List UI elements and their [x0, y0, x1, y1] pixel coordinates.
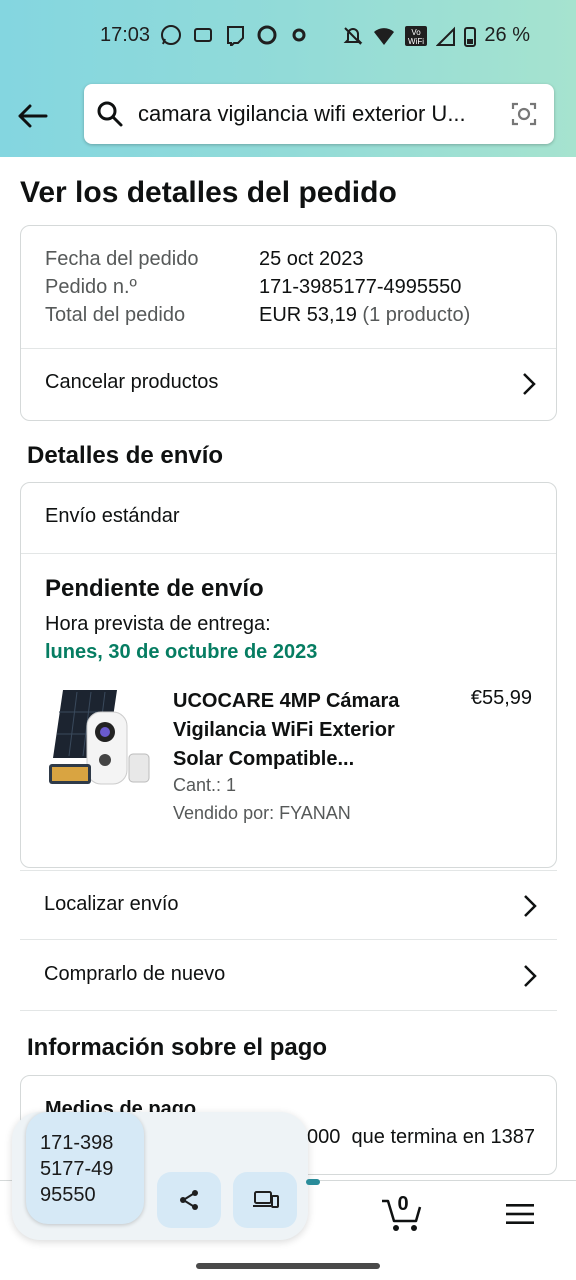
circle-icon [256, 24, 278, 46]
notification-icons [160, 24, 310, 49]
clipboard-line: 171-398 [40, 1132, 114, 1154]
order-summary-card: Fecha del pedido 25 oct 2023 Pedido n.º … [20, 225, 557, 421]
hamburger-icon [506, 1204, 534, 1224]
track-shipment-label: Localizar envío [44, 893, 179, 915]
order-date-value: 25 oct 2023 [259, 248, 364, 270]
clipboard-line: 5177-49 [40, 1158, 114, 1180]
arrow-left-icon [18, 104, 48, 128]
menu-button[interactable] [506, 1203, 534, 1225]
status-time: 17:03 [100, 24, 151, 46]
share-button[interactable] [157, 1172, 221, 1228]
chevron-right-icon [523, 373, 536, 395]
send-to-device-button[interactable] [233, 1172, 297, 1228]
shipping-method: Envío estándar [45, 505, 180, 527]
share-icon [180, 1190, 198, 1210]
payment-section-title: Información sobre el pago [27, 1034, 328, 1061]
product-seller: Vendido por: FYANAN [173, 803, 351, 823]
product-title-line: UCOCARE 4MP Cámara [173, 690, 400, 712]
app-icon [192, 24, 214, 46]
system-icons: Vo WiFi 26 % [342, 24, 530, 47]
search-icon [97, 101, 123, 127]
clipboard-preview[interactable]: 171-398 5177-49 95550 [26, 1112, 144, 1224]
signal-icon [436, 26, 456, 46]
order-date-label: Fecha del pedido [45, 248, 199, 270]
order-number-label: Pedido n.º [45, 276, 137, 298]
progress-indicator [306, 1179, 320, 1185]
product-title[interactable]: UCOCARE 4MP Cámara Vigilancia WiFi Exter… [173, 687, 399, 774]
product-title-line: Solar Compatible... [173, 748, 355, 770]
devices-icon [253, 1191, 279, 1208]
buy-again-row[interactable]: Comprarlo de nuevo [20, 941, 557, 1011]
shipping-section-title: Detalles de envío [27, 442, 224, 469]
vowifi-icon: VoWiFi [405, 25, 428, 46]
cart-count: 0 [397, 1193, 409, 1215]
order-number-value: 171-3985177-4995550 [259, 276, 462, 298]
cart-button[interactable]: 0 [380, 1193, 426, 1233]
shipping-status: Pendiente de envío [45, 575, 264, 602]
svg-text:Vo: Vo [412, 28, 422, 37]
cancel-products-row[interactable]: Cancelar productos [21, 349, 556, 421]
search-input[interactable]: camara vigilancia wifi exterior U... [84, 84, 554, 144]
eta-value: lunes, 30 de octubre de 2023 [45, 641, 318, 663]
order-total: EUR 53,19 (1 producto) [259, 304, 470, 327]
order-total-value: EUR 53,19 [259, 304, 357, 326]
search-query: camara vigilancia wifi exterior U... [138, 101, 466, 126]
svg-text:WiFi: WiFi [408, 37, 424, 46]
order-total-label: Total del pedido [45, 304, 186, 326]
buy-again-label: Comprarlo de nuevo [44, 963, 226, 985]
product-qty: Cant.: 1 [173, 775, 237, 795]
mute-icon [343, 26, 363, 45]
product-price: €55,99 [470, 687, 532, 709]
battery-level: 26 % [484, 24, 530, 46]
gesture-handle[interactable] [196, 1263, 380, 1269]
wifi-icon [374, 27, 395, 45]
chevron-right-icon [524, 965, 537, 987]
product-title-line: Vigilancia WiFi Exterior [173, 719, 395, 741]
order-item-count: (1 producto) [362, 304, 471, 326]
camera-lens-icon[interactable] [510, 100, 538, 128]
shipping-card: Envío estándar Pendiente de envío Hora p… [20, 482, 557, 868]
dot-icon [288, 24, 310, 46]
divider [21, 553, 556, 554]
page-title: Ver los detalles del pedido [20, 176, 397, 209]
clipboard-line: 95550 [40, 1184, 96, 1206]
chevron-right-icon [524, 895, 537, 917]
whatsapp-icon [160, 24, 182, 46]
twitch-icon [224, 24, 246, 49]
back-button[interactable] [14, 98, 50, 134]
status-bar: 17:03 Vo WiFi 26 % [0, 0, 576, 72]
battery-icon [464, 26, 477, 47]
eta-label: Hora prevista de entrega: [45, 613, 271, 635]
product-image[interactable] [47, 688, 151, 788]
track-shipment-row[interactable]: Localizar envío [20, 870, 557, 940]
cancel-products-label: Cancelar productos [45, 371, 219, 393]
